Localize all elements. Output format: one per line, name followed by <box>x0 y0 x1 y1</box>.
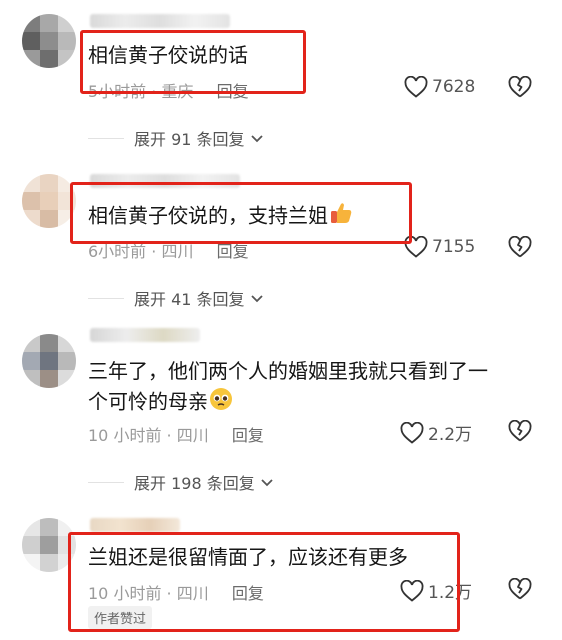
highlight-box <box>70 182 412 244</box>
comment-time: 6小时前 <box>88 242 147 261</box>
expand-replies-button[interactable]: 展开 41 条回复 <box>88 286 265 310</box>
broken-heart-icon <box>508 235 532 258</box>
chevron-down-icon <box>261 479 273 487</box>
expand-replies-label: 展开 198 条回复 <box>134 474 255 493</box>
username-blurred[interactable] <box>90 518 180 532</box>
username-blurred[interactable] <box>90 328 200 342</box>
broken-heart-icon <box>508 75 532 98</box>
like-count: 2.2万 <box>428 425 473 445</box>
comment-location: 四川 <box>176 426 209 445</box>
dislike-button[interactable] <box>508 75 532 102</box>
dislike-button[interactable] <box>508 235 532 262</box>
like-button[interactable]: 2.2万 <box>400 420 472 445</box>
chevron-down-icon <box>250 295 263 303</box>
like-count: 7155 <box>432 237 476 257</box>
comment-text-line: 三年了，他们两个人的婚姻里我就只看到了一 <box>88 359 488 383</box>
heart-icon <box>404 76 428 98</box>
pleading-face-icon <box>208 386 234 420</box>
like-button[interactable]: 7628 <box>404 76 475 98</box>
highlight-box <box>68 532 460 632</box>
dislike-button[interactable] <box>508 419 532 446</box>
broken-heart-icon <box>508 419 532 442</box>
comment-text-content: 个可怜的母亲 <box>88 389 208 414</box>
comment-text-line: 个可怜的母亲 <box>88 386 488 420</box>
comment-location: 四川 <box>161 242 194 261</box>
heart-icon <box>400 421 424 444</box>
comment-text: 三年了，他们两个人的婚姻里我就只看到了一 个可怜的母亲 <box>88 356 488 420</box>
highlight-box <box>80 30 306 94</box>
avatar[interactable] <box>22 334 76 388</box>
username-blurred[interactable] <box>90 14 230 28</box>
comment-meta: 10 小时前 · 四川 回复 <box>88 426 264 445</box>
avatar[interactable] <box>22 14 76 68</box>
expand-replies-button[interactable]: 展开 198 条回复 <box>88 470 275 494</box>
like-button[interactable]: 7155 <box>404 236 475 258</box>
like-count: 7628 <box>432 77 476 97</box>
reply-button[interactable]: 回复 <box>217 242 249 261</box>
expand-replies-button[interactable]: 展开 91 条回复 <box>88 126 265 150</box>
dislike-button[interactable] <box>508 577 532 604</box>
avatar[interactable] <box>22 174 76 228</box>
comment-time: 10 小时前 <box>88 426 162 445</box>
reply-button[interactable]: 回复 <box>232 426 264 445</box>
expand-replies-label: 展开 91 条回复 <box>134 130 245 149</box>
broken-heart-icon <box>508 577 532 600</box>
expand-replies-label: 展开 41 条回复 <box>134 290 245 309</box>
chevron-down-icon <box>250 135 263 143</box>
